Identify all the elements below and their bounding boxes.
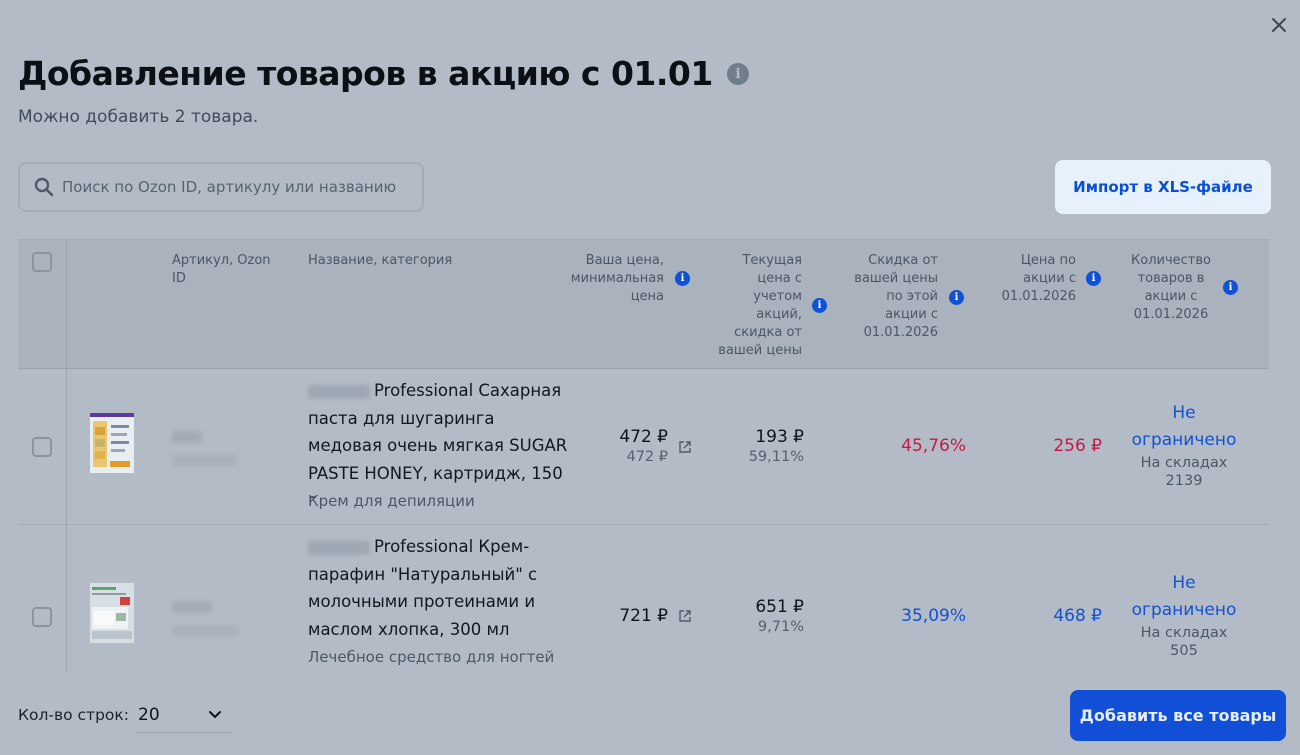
row-checkbox[interactable] [32, 607, 52, 627]
select-all-checkbox[interactable] [32, 252, 52, 272]
info-icon[interactable]: i [1223, 280, 1238, 295]
column-header-name: Название, категория [308, 253, 453, 268]
your-price: 472 ₽ [619, 427, 668, 447]
close-button[interactable] [1264, 10, 1294, 40]
column-header-quantity: Количество товаров в акции с 01.01.2026 [1131, 253, 1211, 322]
article-blurred [172, 431, 202, 443]
search-icon [34, 177, 54, 197]
promo-price: 256 ₽ [1053, 436, 1102, 456]
product-category: Крем для депиляции [308, 492, 475, 510]
info-icon[interactable]: i [1086, 271, 1101, 286]
quantity-cell: Не ограничено На складах 505 [1109, 570, 1259, 660]
info-icon[interactable]: i [726, 62, 749, 85]
import-xls-button[interactable]: Импорт в XLS-файле [1055, 160, 1271, 214]
rows-per-page-value: 20 [138, 704, 160, 725]
current-price: 193 ₽ [755, 427, 804, 447]
table-row: Professional Крем-парафин "Натуральный" … [18, 525, 1269, 673]
column-header-article: Артикул, Ozon ID [172, 253, 271, 286]
stock-value: 505 [1170, 643, 1198, 659]
product-name[interactable]: Professional Крем-парафин "Натуральный" … [308, 533, 568, 643]
info-icon[interactable]: i [812, 298, 827, 313]
product-name-text: Professional Сахарная паста для шугаринг… [308, 381, 568, 510]
min-price: 472 ₽ [626, 449, 668, 465]
page-title: Добавление товаров в акцию с 01.01 i [18, 54, 749, 93]
article-blurred [172, 601, 212, 613]
products-table: Артикул, Ozon ID Название, категория Ваш… [18, 239, 1269, 673]
external-link-icon[interactable] [678, 440, 692, 454]
stock-label: На складах [1140, 625, 1228, 641]
table-header: Артикул, Ozon ID Название, категория Ваш… [18, 240, 1269, 369]
promo-discount: 35,09% [901, 606, 966, 626]
add-all-products-button[interactable]: Добавить все товары [1070, 690, 1286, 741]
current-discount: 59,11% [748, 449, 804, 465]
stock-value: 2139 [1165, 473, 1203, 489]
ozon-id-blurred [172, 455, 238, 466]
column-header-promo-price: Цена по акции с 01.01.2026 [1001, 253, 1076, 304]
promo-price: 468 ₽ [1053, 606, 1102, 626]
product-category: Лечебное средство для ногтей [308, 648, 555, 666]
column-header-current-price: Текущая цена с учетом акций, скидка от в… [718, 253, 802, 358]
product-thumbnail[interactable] [90, 413, 134, 473]
search-box[interactable] [18, 162, 424, 212]
column-header-your-price: Ваша цена, минимальная цена [570, 253, 664, 304]
external-link-icon[interactable] [678, 609, 692, 623]
brand-blurred [308, 384, 370, 399]
quantity-link[interactable]: Не ограничено [1124, 400, 1244, 454]
product-thumbnail[interactable] [90, 583, 134, 643]
search-input[interactable] [62, 178, 412, 196]
info-icon[interactable]: i [675, 271, 690, 286]
rows-per-page-label: Кол-во строк: [18, 706, 129, 724]
current-price: 651 ₽ [755, 597, 804, 617]
stock-label: На складах [1140, 455, 1228, 471]
column-header-discount: Скидка от вашей цены по этой акции с 01.… [854, 253, 938, 340]
your-price: 721 ₽ [619, 606, 668, 626]
page-title-text: Добавление товаров в акцию с 01.01 [18, 54, 713, 93]
quantity-cell: Не ограничено На складах 2139 [1109, 400, 1259, 490]
info-icon[interactable]: i [949, 290, 964, 305]
promo-discount: 45,76% [901, 436, 966, 456]
chevron-down-icon [209, 711, 221, 719]
rows-per-page-select[interactable]: 20 [136, 697, 232, 733]
ozon-id-blurred [172, 625, 238, 636]
close-icon [1272, 18, 1286, 32]
table-row: Professional Сахарная паста для шугаринг… [18, 369, 1269, 525]
subtitle: Можно добавить 2 товара. [18, 107, 259, 127]
row-checkbox[interactable] [32, 437, 52, 457]
quantity-link[interactable]: Не ограничено [1124, 570, 1244, 624]
current-discount: 9,71% [757, 619, 804, 635]
brand-blurred [308, 540, 370, 555]
